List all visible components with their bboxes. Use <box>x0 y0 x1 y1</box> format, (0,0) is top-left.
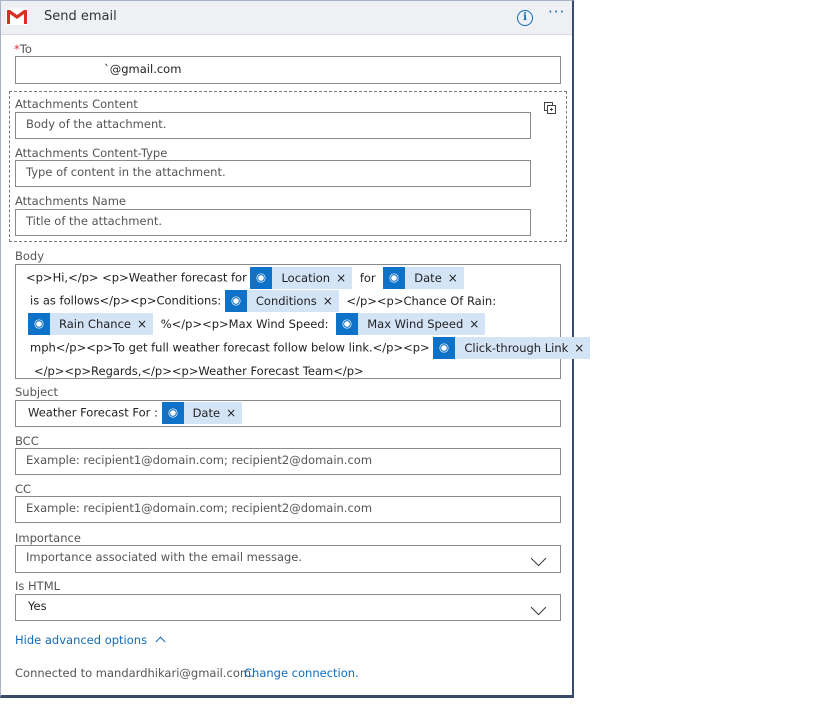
token-conditions[interactable]: Conditions × <box>224 290 339 312</box>
cc-field[interactable]: Example: recipient1@domain.com; recipien… <box>15 496 561 523</box>
remove-token-icon[interactable]: × <box>574 341 590 355</box>
gmail-logo <box>6 8 28 25</box>
subject-label: Subject <box>15 385 58 399</box>
is-html-label: Is HTML <box>15 579 61 593</box>
token-rain-chance[interactable]: Rain Chance × <box>28 313 154 335</box>
body-line-5: </p><p>Regards,</p><p>Weather Forecast T… <box>34 364 364 378</box>
connection-status: Connected to mandardhikari@gmail.com. <box>15 666 255 680</box>
send-email-card: Send email i ··· *To `@gmail.com Attachm… <box>0 0 591 698</box>
attachments-type-field[interactable]: Type of content in the attachment. <box>15 160 531 187</box>
change-connection-link[interactable]: Change connection. <box>244 666 359 680</box>
card-header[interactable]: Send email i ··· <box>1 1 572 35</box>
weather-icon <box>28 313 50 335</box>
attachments-name-label: Attachments Name <box>15 194 126 208</box>
subject-content: Weather Forecast For : Date × <box>28 402 243 424</box>
weather-icon <box>383 267 406 289</box>
card-title: Send email <box>44 9 117 24</box>
chevron-down-icon <box>530 599 547 616</box>
body-line-4: mph</p><p>To get full weather forecast f… <box>30 337 591 359</box>
is-html-dropdown[interactable]: Yes <box>15 594 561 621</box>
importance-label: Importance <box>15 531 81 545</box>
attachments-type-label: Attachments Content-Type <box>15 146 168 160</box>
attachments-content-label: Attachments Content <box>15 97 138 111</box>
bcc-label: BCC <box>15 434 39 448</box>
subject-prefix: Weather Forecast For : <box>28 405 158 420</box>
attachments-content-field[interactable]: Body of the attachment. <box>15 112 531 139</box>
weather-icon <box>224 290 247 312</box>
body-field[interactable]: <p>Hi,</p> <p>Weather forecast for Locat… <box>15 264 591 379</box>
chevron-up-icon <box>155 636 166 647</box>
weather-icon <box>433 337 456 359</box>
importance-dropdown[interactable]: Importance associated with the email mes… <box>15 545 561 573</box>
token-date[interactable]: Date × <box>383 267 464 289</box>
chevron-down-icon <box>530 550 547 567</box>
remove-token-icon[interactable]: × <box>336 271 352 285</box>
attachments-content-placeholder: Body of the attachment. <box>26 117 167 131</box>
weather-icon <box>161 402 184 424</box>
to-value: `@gmail.com <box>104 62 182 76</box>
body-line-2: is as follows</p><p>Conditions: Conditio… <box>30 290 496 312</box>
info-icon[interactable]: i <box>517 10 533 26</box>
attachments-type-placeholder: Type of content in the attachment. <box>26 165 226 179</box>
is-html-value: Yes <box>28 599 47 613</box>
subject-field[interactable]: Weather Forecast For : Date × <box>15 400 561 427</box>
hide-advanced-options-link[interactable]: Hide advanced options <box>15 633 166 647</box>
bcc-placeholder: Example: recipient1@domain.com; recipien… <box>26 453 373 467</box>
attachments-name-field[interactable]: Title of the attachment. <box>15 209 531 236</box>
body-label: Body <box>15 249 45 263</box>
remove-token-icon[interactable]: × <box>137 317 153 331</box>
copy-icon[interactable] <box>544 102 556 114</box>
to-field[interactable]: `@gmail.com <box>15 56 561 84</box>
weather-icon <box>250 267 273 289</box>
token-location[interactable]: Location × <box>250 267 353 289</box>
body-line-3: Rain Chance × %</p><p>Max Wind Speed: Max… <box>28 313 486 335</box>
cc-placeholder: Example: recipient1@domain.com; recipien… <box>26 501 373 515</box>
remove-token-icon[interactable]: × <box>448 271 464 285</box>
more-options-icon[interactable]: ··· <box>548 3 565 21</box>
body-line-1: <p>Hi,</p> <p>Weather forecast for Locat… <box>26 267 464 289</box>
cc-label: CC <box>15 482 32 496</box>
remove-token-icon[interactable]: × <box>323 294 339 308</box>
remove-token-icon[interactable]: × <box>226 406 242 420</box>
token-subject-date[interactable]: Date × <box>161 402 243 424</box>
to-label: *To <box>14 42 32 56</box>
token-max-wind-speed[interactable]: Max Wind Speed × <box>336 313 486 335</box>
bcc-field[interactable]: Example: recipient1@domain.com; recipien… <box>15 448 561 475</box>
attachments-name-placeholder: Title of the attachment. <box>26 214 163 228</box>
remove-token-icon[interactable]: × <box>469 317 485 331</box>
token-click-through-link[interactable]: Click-through Link × <box>433 337 591 359</box>
importance-placeholder: Importance associated with the email mes… <box>26 550 303 564</box>
weather-icon <box>336 313 359 335</box>
